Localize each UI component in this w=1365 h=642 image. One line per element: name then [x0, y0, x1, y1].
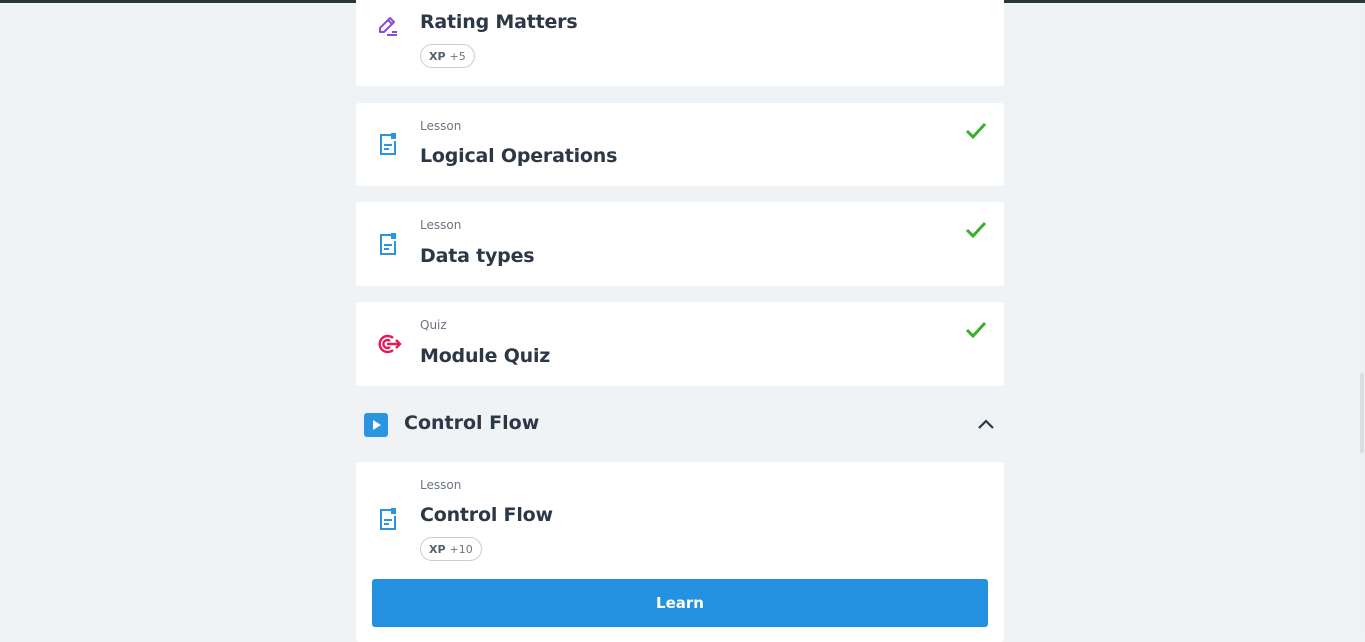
- learn-button[interactable]: Learn: [372, 579, 988, 627]
- item-title: Data types: [420, 245, 535, 267]
- item-kind: Lesson: [420, 478, 462, 492]
- xp-label: XP: [429, 542, 446, 556]
- quiz-target-icon: [376, 332, 402, 356]
- list-item-data-types[interactable]: Lesson Data types: [356, 202, 1004, 286]
- item-title: Rating Matters: [420, 11, 578, 33]
- edit-pen-icon: [376, 14, 400, 38]
- play-icon: [364, 413, 388, 437]
- xp-label: XP: [429, 49, 446, 63]
- check-icon: [964, 121, 988, 141]
- item-title: Control Flow: [420, 504, 553, 526]
- scrollbar[interactable]: [1359, 3, 1365, 632]
- section-title: Control Flow: [404, 412, 540, 434]
- xp-badge: XP +5: [420, 44, 475, 68]
- xp-badge: XP +10: [420, 537, 482, 561]
- lesson-doc-icon: [376, 232, 400, 256]
- item-kind: Quiz: [420, 318, 447, 332]
- scrollbar-thumb[interactable]: [1360, 373, 1364, 453]
- item-title: Module Quiz: [420, 345, 551, 367]
- chevron-up-icon[interactable]: [976, 416, 996, 432]
- check-icon: [964, 220, 988, 240]
- list-item-module-quiz[interactable]: Quiz Module Quiz: [356, 302, 1004, 386]
- item-kind: Lesson: [420, 218, 462, 232]
- lesson-doc-icon: [376, 132, 400, 156]
- item-title: Logical Operations: [420, 145, 618, 167]
- section-header-control-flow[interactable]: Control Flow: [356, 404, 1004, 444]
- lesson-doc-icon: [376, 507, 400, 531]
- list-item-rating-matters[interactable]: Rating Matters XP +5: [356, 0, 1004, 86]
- list-item-logical-operations[interactable]: Lesson Logical Operations: [356, 103, 1004, 186]
- xp-value: +5: [449, 49, 466, 63]
- xp-value: +10: [449, 542, 473, 556]
- item-kind: Lesson: [420, 119, 462, 133]
- check-icon: [964, 320, 988, 340]
